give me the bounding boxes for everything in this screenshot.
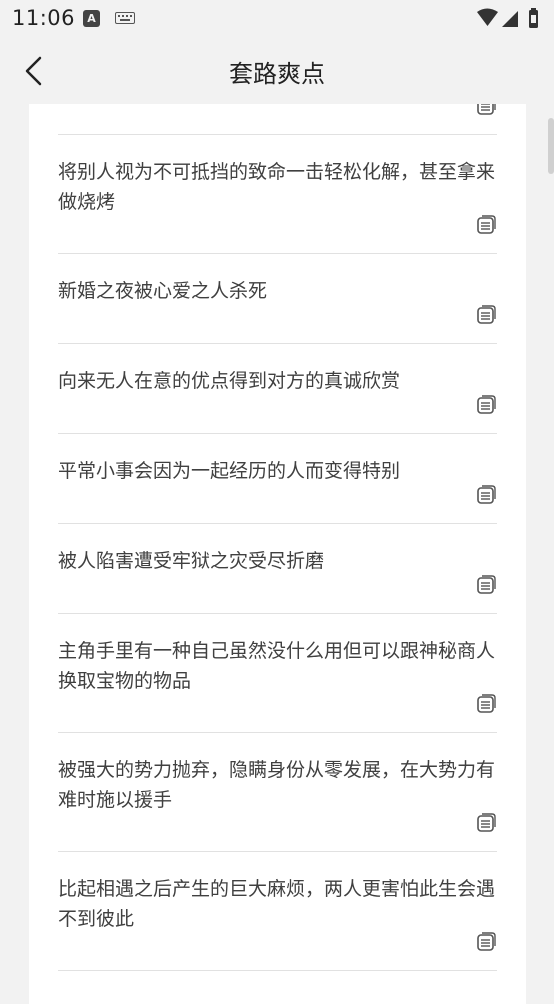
status-time: 11:06 bbox=[12, 6, 76, 30]
document-list-icon[interactable] bbox=[476, 215, 497, 234]
list-item[interactable]: 主角手里有一种自己虽然没什么用但可以跟神秘商人换取宝物的物品 bbox=[58, 614, 497, 733]
trope-list: 何方能众见开交心思派行问做微行自将别人视为不可抵挡的致命一击轻松化解，甚至拿来做… bbox=[29, 104, 526, 971]
document-list-icon[interactable] bbox=[476, 395, 497, 414]
list-item-text: 将别人视为不可抵挡的致命一击轻松化解，甚至拿来做烧烤 bbox=[58, 161, 496, 213]
list-item[interactable]: 何方能众见开交心思派行问做微行自 bbox=[58, 104, 497, 135]
a-icon: A bbox=[83, 10, 100, 27]
list-item-text: 新婚之夜被心爱之人杀死 bbox=[58, 280, 268, 302]
status-icons bbox=[477, 8, 538, 28]
app-bar: 套路爽点 bbox=[0, 38, 554, 104]
list-item-text: 主角手里有一种自己虽然没什么用但可以跟神秘商人换取宝物的物品 bbox=[58, 640, 496, 692]
document-list-icon[interactable] bbox=[476, 932, 497, 951]
document-list-icon[interactable] bbox=[476, 104, 497, 115]
list-item[interactable]: 被强大的势力抛弃，隐瞒身份从零发展，在大势力有难时施以援手 bbox=[58, 733, 497, 852]
list-item-text: 平常小事会因为一起经历的人而变得特别 bbox=[58, 460, 401, 482]
document-list-icon[interactable] bbox=[476, 305, 497, 324]
keyboard-icon bbox=[115, 12, 135, 24]
list-item[interactable]: 向来无人在意的优点得到对方的真诚欣赏 bbox=[58, 344, 497, 434]
document-list-icon[interactable] bbox=[476, 575, 497, 594]
content-card: 何方能众见开交心思派行问做微行自将别人视为不可抵挡的致命一击轻松化解，甚至拿来做… bbox=[29, 104, 526, 1004]
list-item-text: 被强大的势力抛弃，隐瞒身份从零发展，在大势力有难时施以援手 bbox=[58, 759, 496, 811]
document-list-icon[interactable] bbox=[476, 485, 497, 504]
list-item-text: 比起相遇之后产生的巨大麻烦，两人更害怕此生会遇不到彼此 bbox=[58, 878, 496, 930]
document-list-icon[interactable] bbox=[476, 813, 497, 832]
page-title: 套路爽点 bbox=[229, 60, 325, 88]
list-item[interactable]: 新婚之夜被心爱之人杀死 bbox=[58, 254, 497, 344]
status-bar: 11:06 A bbox=[0, 0, 554, 38]
list-item[interactable]: 被人陷害遭受牢狱之灾受尽折磨 bbox=[58, 524, 497, 614]
list-item[interactable]: 将别人视为不可抵挡的致命一击轻松化解，甚至拿来做烧烤 bbox=[58, 135, 497, 254]
list-item[interactable]: 平常小事会因为一起经历的人而变得特别 bbox=[58, 434, 497, 524]
list-item[interactable]: 比起相遇之后产生的巨大麻烦，两人更害怕此生会遇不到彼此 bbox=[58, 852, 497, 971]
scrollbar[interactable] bbox=[548, 118, 554, 174]
battery-icon bbox=[529, 8, 538, 28]
document-list-icon[interactable] bbox=[476, 694, 497, 713]
signal-icon bbox=[502, 11, 518, 27]
list-item-text: 向来无人在意的优点得到对方的真诚欣赏 bbox=[58, 370, 401, 392]
wifi-icon bbox=[477, 8, 498, 26]
list-item-text: 被人陷害遭受牢狱之灾受尽折磨 bbox=[58, 550, 325, 572]
